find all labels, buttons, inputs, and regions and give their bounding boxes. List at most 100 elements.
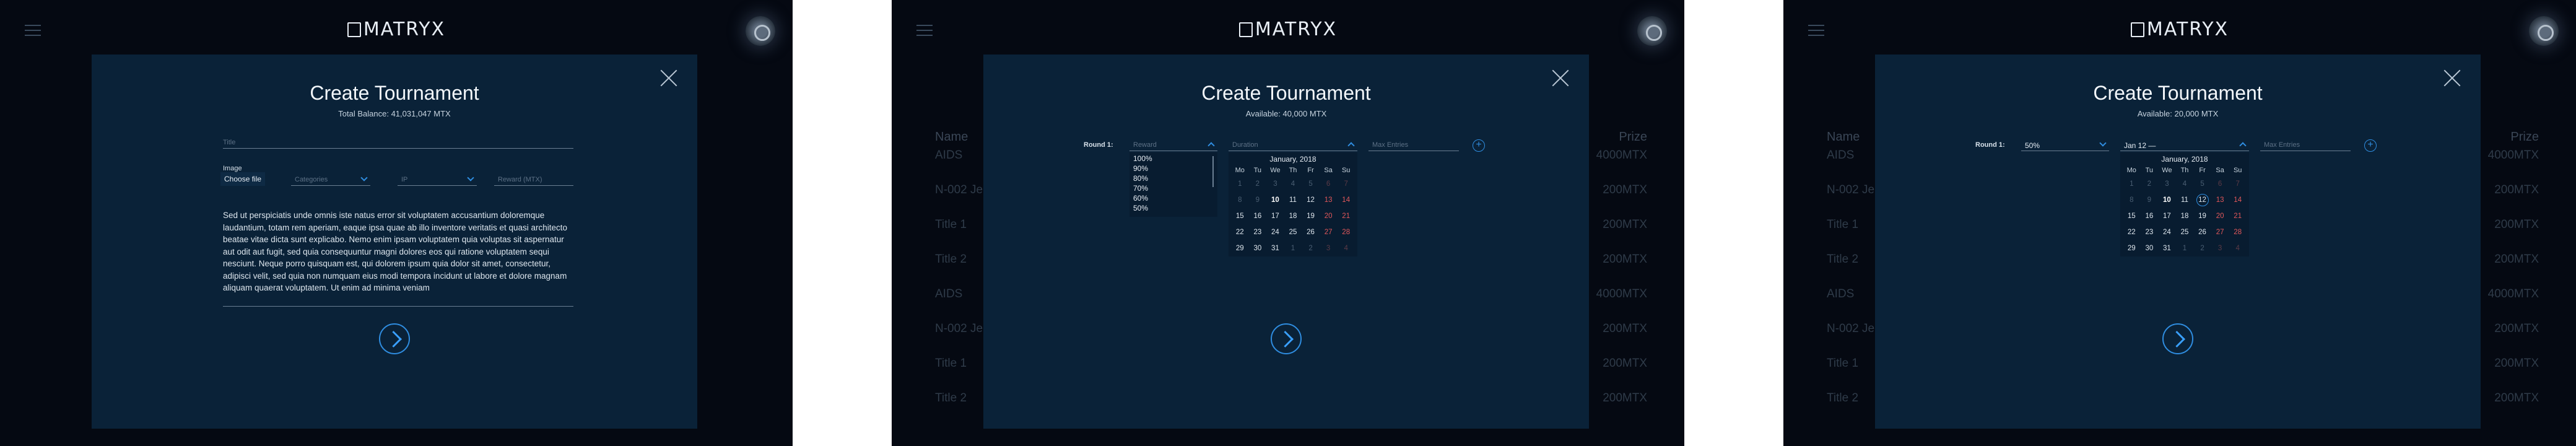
calendar-day[interactable]: 6 — [1320, 176, 1338, 192]
calendar-day[interactable]: 4 — [1284, 176, 1302, 192]
duration-select[interactable]: Jan 12 — — [2120, 138, 2249, 151]
calendar-day[interactable]: 5 — [1302, 176, 1320, 192]
calendar-day[interactable]: 2 — [1302, 240, 1320, 256]
calendar-day[interactable]: 8 — [1231, 192, 1249, 208]
calendar-day[interactable]: 1 — [2123, 176, 2141, 192]
calendar-day[interactable]: 23 — [1249, 224, 1267, 240]
calendar-day[interactable]: 3 — [2211, 240, 2229, 256]
dropdown-option[interactable]: 60% — [1129, 193, 1217, 203]
calendar-day[interactable]: 11 — [2176, 192, 2194, 208]
calendar-day[interactable]: 17 — [2158, 208, 2176, 224]
avatar[interactable] — [746, 16, 775, 46]
calendar-day[interactable]: 28 — [1337, 224, 1355, 240]
calendar-day[interactable]: 8 — [2123, 192, 2141, 208]
calendar-day[interactable]: 24 — [1266, 224, 1284, 240]
max-entries-input[interactable]: Max Entries — [2260, 138, 2351, 151]
calendar-day[interactable]: 13 — [1320, 192, 1338, 208]
reward-input[interactable]: Reward (MTX) — [494, 172, 573, 186]
dropdown-option[interactable]: 90% — [1129, 164, 1217, 173]
calendar-day[interactable]: 24 — [2158, 224, 2176, 240]
add-round-button[interactable]: + — [2364, 139, 2377, 152]
calendar-day[interactable]: 12 — [1302, 192, 1320, 208]
calendar-day[interactable]: 20 — [1320, 208, 1338, 224]
duration-select[interactable]: Duration — [1229, 138, 1357, 151]
calendar-day[interactable]: 14 — [2229, 192, 2247, 208]
calendar-day[interactable]: 15 — [1231, 208, 1249, 224]
calendar-day[interactable]: 30 — [2141, 240, 2159, 256]
calendar-day[interactable]: 19 — [2193, 208, 2211, 224]
calendar-day[interactable]: 3 — [2158, 176, 2176, 192]
calendar-day[interactable]: 21 — [1337, 208, 1355, 224]
next-button[interactable] — [1271, 323, 1302, 354]
calendar-day[interactable]: 21 — [2229, 208, 2247, 224]
calendar-day[interactable]: 15 — [2123, 208, 2141, 224]
reward-select[interactable]: Reward — [1129, 138, 1217, 151]
calendar-day[interactable]: 31 — [1266, 240, 1284, 256]
dropdown-option[interactable]: 70% — [1129, 183, 1217, 193]
calendar-day[interactable]: 22 — [2123, 224, 2141, 240]
calendar-day[interactable]: 22 — [1231, 224, 1249, 240]
calendar-day[interactable]: 1 — [1284, 240, 1302, 256]
calendar-day[interactable]: 13 — [2211, 192, 2229, 208]
calendar-day[interactable]: 29 — [2123, 240, 2141, 256]
calendar-day[interactable]: 29 — [1231, 240, 1249, 256]
calendar-day[interactable]: 9 — [2141, 192, 2159, 208]
calendar-day[interactable]: 25 — [1284, 224, 1302, 240]
calendar-day[interactable]: 4 — [1337, 240, 1355, 256]
dropdown-scrollbar[interactable] — [1212, 156, 1214, 187]
calendar-day[interactable]: 20 — [2211, 208, 2229, 224]
reward-select[interactable]: 50% — [2021, 138, 2109, 151]
calendar-day[interactable]: 19 — [1302, 208, 1320, 224]
calendar-day[interactable]: 3 — [1266, 176, 1284, 192]
title-input[interactable]: Title — [223, 135, 573, 149]
calendar-day[interactable]: 31 — [2158, 240, 2176, 256]
avatar[interactable] — [1637, 16, 1667, 46]
max-entries-input[interactable]: Max Entries — [1368, 138, 1459, 151]
next-button[interactable] — [2162, 323, 2193, 354]
calendar-day[interactable]: 27 — [2211, 224, 2229, 240]
calendar-day[interactable]: 16 — [1249, 208, 1267, 224]
calendar-day[interactable]: 9 — [1249, 192, 1267, 208]
categories-select[interactable]: Categories — [291, 172, 370, 186]
calendar-day[interactable]: 30 — [1249, 240, 1267, 256]
calendar-day[interactable]: 1 — [2176, 240, 2194, 256]
calendar-day[interactable]: 10 — [1266, 192, 1284, 208]
balance-text: Total Balance: 41,031,047 MTX — [338, 109, 451, 118]
calendar-day[interactable]: 28 — [2229, 224, 2247, 240]
ip-select[interactable]: IP — [398, 172, 477, 186]
avatar[interactable] — [2529, 16, 2559, 46]
calendar-day[interactable]: 2 — [1249, 176, 1267, 192]
calendar-day[interactable]: 25 — [2176, 224, 2194, 240]
dropdown-option[interactable]: 80% — [1129, 173, 1217, 183]
dropdown-option[interactable]: 50% — [1129, 203, 1217, 213]
calendar-day-selected[interactable]: 12 — [2193, 192, 2211, 208]
calendar-day[interactable]: 2 — [2193, 240, 2211, 256]
dropdown-option[interactable]: 100% — [1129, 154, 1217, 164]
choose-file-button[interactable]: Choose file — [220, 172, 266, 186]
calendar-day[interactable]: 4 — [2176, 176, 2194, 192]
calendar-day[interactable]: 10 — [2158, 192, 2176, 208]
calendar-day[interactable]: 2 — [2141, 176, 2159, 192]
add-round-button[interactable]: + — [1473, 139, 1485, 152]
calendar-day[interactable]: 16 — [2141, 208, 2159, 224]
calendar-day[interactable]: 5 — [2193, 176, 2211, 192]
calendar-day[interactable]: 11 — [1284, 192, 1302, 208]
calendar-day[interactable]: 18 — [1284, 208, 1302, 224]
calendar-day[interactable]: 4 — [2229, 240, 2247, 256]
calendar-day[interactable]: 18 — [2176, 208, 2194, 224]
next-button[interactable] — [379, 323, 410, 354]
calendar-day[interactable]: 26 — [1302, 224, 1320, 240]
calendar-day[interactable]: 1 — [1231, 176, 1249, 192]
calendar-day[interactable]: 7 — [2229, 176, 2247, 192]
calendar-day[interactable]: 26 — [2193, 224, 2211, 240]
calendar-day[interactable]: 23 — [2141, 224, 2159, 240]
calendar-day[interactable]: 27 — [1320, 224, 1338, 240]
calendar-day[interactable]: 3 — [1320, 240, 1338, 256]
calendar-day[interactable]: 14 — [1337, 192, 1355, 208]
calendar-day[interactable]: 6 — [2211, 176, 2229, 192]
description-textarea[interactable]: Sed ut perspiciatis unde omnis iste natu… — [223, 209, 573, 294]
calendar-day[interactable]: 7 — [1337, 176, 1355, 192]
calendar-day[interactable]: 17 — [1266, 208, 1284, 224]
chevron-up-icon — [1347, 142, 1355, 149]
logo: MATRYX — [892, 19, 1684, 40]
